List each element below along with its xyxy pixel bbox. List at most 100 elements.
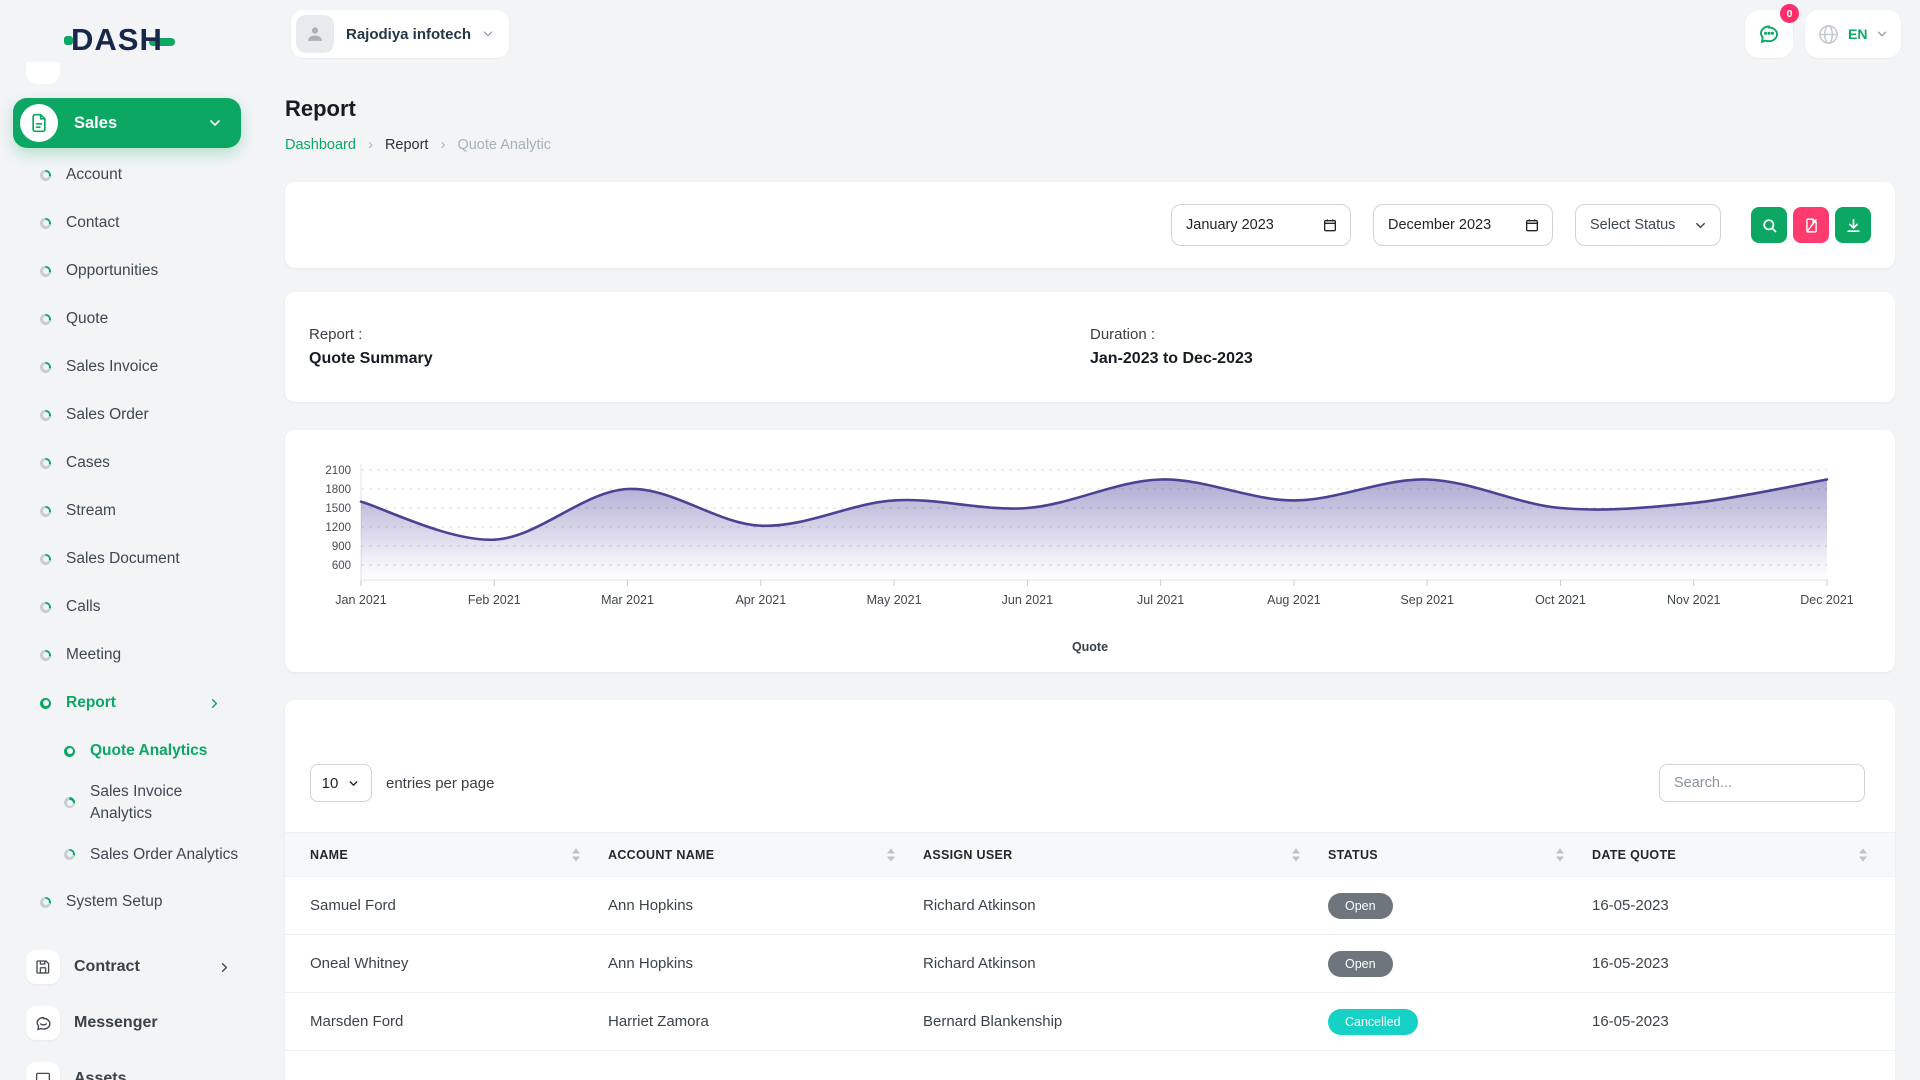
cell-account-name: Harriet Zamora: [608, 993, 923, 1051]
entries-per-page-value: 10: [322, 775, 339, 792]
table-header-row: NAME ACCOUNT NAME ASSIGN USER STATUS DAT…: [285, 833, 1895, 877]
search-button[interactable]: [1751, 207, 1787, 243]
status-badge: Open: [1328, 893, 1393, 919]
breadcrumb-dashboard[interactable]: Dashboard: [285, 137, 356, 153]
app-logo[interactable]: DASH: [66, 22, 175, 58]
chevron-down-icon: [1693, 218, 1708, 233]
chevron-right-icon: [217, 960, 232, 975]
sidebar-subitem-quote-analytics[interactable]: Quote Analytics: [0, 727, 256, 775]
messages-button[interactable]: 0: [1745, 10, 1793, 58]
table-controls: 10 entries per page: [310, 764, 1865, 802]
language-selector[interactable]: EN: [1805, 10, 1901, 58]
sidebar-item-meeting[interactable]: Meeting: [0, 631, 256, 679]
table-row: Samuel Ford Ann Hopkins Richard Atkinson…: [285, 877, 1895, 935]
sidebar-subitem-sales-order-analytics[interactable]: Sales Order Analytics: [0, 830, 256, 878]
sidebar-module-contract[interactable]: Contract: [0, 939, 256, 995]
filter-bar: January 2023 December 2023 Select Status: [285, 182, 1895, 268]
bullet-icon: [40, 554, 51, 565]
sidebar-item-account[interactable]: Account: [0, 151, 256, 199]
status-badge: Cancelled: [1328, 1009, 1418, 1035]
column-header-name[interactable]: NAME: [285, 833, 608, 877]
svg-text:Mar 2021: Mar 2021: [601, 593, 654, 607]
column-header-date-quote[interactable]: DATE QUOTE: [1592, 833, 1895, 877]
entries-per-page-select[interactable]: 10: [310, 764, 372, 802]
from-month-input[interactable]: January 2023: [1171, 204, 1351, 246]
cell-date-quote: 16-05-2023: [1592, 993, 1895, 1051]
bullet-icon: [40, 650, 51, 661]
quote-chart-card: 2100180015001200900600Jan 2021Feb 2021Ma…: [285, 430, 1895, 672]
svg-text:Aug 2021: Aug 2021: [1267, 593, 1321, 607]
sidebar-item-calls[interactable]: Calls: [0, 583, 256, 631]
sidebar-item-contact[interactable]: Contact: [0, 199, 256, 247]
breadcrumb-separator: ›: [368, 136, 373, 153]
breadcrumb-quote-analytic: Quote Analytic: [457, 137, 551, 153]
svg-text:900: 900: [332, 541, 351, 553]
duration-label: Duration :: [1090, 326, 1871, 343]
bullet-icon: [40, 170, 51, 181]
company-name: Rajodiya infotech: [346, 26, 471, 43]
sidebar-item-opportunities[interactable]: Opportunities: [0, 247, 256, 295]
sidebar-module-messenger[interactable]: Messenger: [0, 995, 256, 1051]
download-button[interactable]: [1835, 207, 1871, 243]
messages-count-badge: 0: [1780, 4, 1799, 23]
status-select[interactable]: Select Status: [1575, 204, 1721, 246]
column-header-assign-user[interactable]: ASSIGN USER: [923, 833, 1328, 877]
breadcrumb-separator: ›: [440, 136, 445, 153]
duration-value: Jan-2023 to Dec-2023: [1090, 350, 1871, 368]
sort-icon: [887, 848, 895, 861]
svg-text:Apr 2021: Apr 2021: [735, 593, 786, 607]
report-summary-card: Report : Quote Summary Duration : Jan-20…: [285, 292, 1895, 402]
sidebar-item-system-setup[interactable]: System Setup: [0, 878, 256, 926]
sidebar-module-assets[interactable]: Assets: [0, 1051, 256, 1080]
svg-text:Feb 2021: Feb 2021: [468, 593, 521, 607]
table-row: Oneal Whitney Ann Hopkins Richard Atkins…: [285, 935, 1895, 993]
bullet-icon: [40, 218, 51, 229]
logo-text: DASH: [71, 22, 163, 58]
chevron-down-icon: [347, 777, 360, 790]
bullet-icon: [40, 314, 51, 325]
sidebar-item-sales-invoice[interactable]: Sales Invoice: [0, 343, 256, 391]
sort-icon: [1859, 848, 1867, 861]
svg-text:600: 600: [332, 560, 351, 572]
sidebar-item-quote[interactable]: Quote: [0, 295, 256, 343]
chevron-down-icon: [207, 115, 223, 131]
floppy-icon: [26, 950, 60, 984]
cell-assign-user: Bernard Blankenship: [923, 993, 1328, 1051]
bullet-icon: [40, 410, 51, 421]
cell-name: Marsden Ford: [285, 993, 608, 1051]
monitor-icon: [26, 1062, 60, 1080]
calendar-icon: [1322, 217, 1338, 233]
sidebar-item-report[interactable]: Report: [0, 679, 256, 727]
bullet-icon: [40, 458, 51, 469]
download-icon: [1845, 217, 1862, 234]
column-header-account-name[interactable]: ACCOUNT NAME: [608, 833, 923, 877]
cell-status: Cancelled: [1328, 993, 1592, 1051]
table-search-input[interactable]: [1659, 764, 1865, 802]
sidebar-item-cases[interactable]: Cases: [0, 439, 256, 487]
sort-icon: [572, 848, 580, 861]
sidebar-subitem-sales-invoice-analytics[interactable]: Sales Invoice Analytics: [0, 775, 256, 830]
cell-assign-user: Richard Atkinson: [923, 877, 1328, 935]
to-month-input[interactable]: December 2023: [1373, 204, 1553, 246]
file-reset-icon: [1803, 217, 1820, 234]
column-header-status[interactable]: STATUS: [1328, 833, 1592, 877]
modules-list: Contract Messenger Assets: [0, 939, 256, 1080]
table-body: Samuel Ford Ann Hopkins Richard Atkinson…: [285, 877, 1895, 1080]
cell-status: Open: [1328, 877, 1592, 935]
breadcrumb-report[interactable]: Report: [385, 137, 429, 153]
file-reset-button[interactable]: [1793, 207, 1829, 243]
sales-menu-list: Account Contact Opportunities Quote Sale…: [0, 151, 256, 926]
sidebar-item-stream[interactable]: Stream: [0, 487, 256, 535]
sort-icon: [1556, 848, 1564, 861]
sidebar-module-sales[interactable]: Sales: [13, 98, 241, 148]
company-selector[interactable]: Rajodiya infotech: [291, 10, 509, 58]
to-month-value: December 2023: [1388, 217, 1491, 233]
sidebar-item-sales-order[interactable]: Sales Order: [0, 391, 256, 439]
search-icon: [1761, 217, 1778, 234]
language-code: EN: [1848, 26, 1867, 42]
svg-text:Jul 2021: Jul 2021: [1137, 593, 1184, 607]
bullet-icon: [64, 849, 75, 860]
sidebar-item-sales-document[interactable]: Sales Document: [0, 535, 256, 583]
bullet-icon: [64, 797, 75, 808]
report-summary: Report : Quote Summary: [309, 326, 1090, 368]
